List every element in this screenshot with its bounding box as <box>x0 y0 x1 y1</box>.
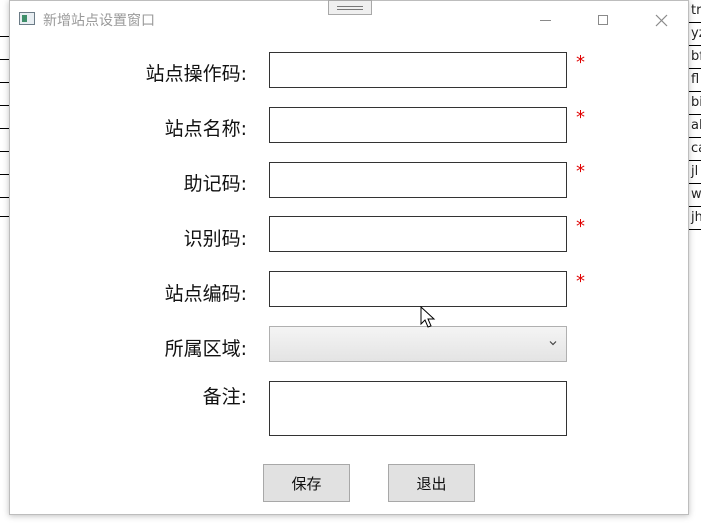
list-item[interactable]: bf <box>689 46 701 69</box>
app-window-icon <box>19 12 35 25</box>
list-item[interactable]: jl <box>689 161 701 184</box>
list-item[interactable]: al <box>689 115 701 138</box>
required-marker: * <box>576 271 585 292</box>
site-code-input[interactable] <box>269 271 567 307</box>
chevron-down-icon <box>549 341 557 346</box>
mouse-cursor-icon <box>420 306 436 328</box>
site-name-label: 站点名称: <box>164 118 247 140</box>
exit-button[interactable]: 退出 <box>388 464 475 502</box>
maximize-icon <box>598 15 608 25</box>
close-icon <box>655 14 667 26</box>
mnemonic-code-input[interactable] <box>269 162 567 198</box>
list-item[interactable]: w <box>689 184 701 207</box>
new-site-dialog: 新增站点设置窗口 站点操作码: * 站点名称: * 助记码: * 识别码: * … <box>9 0 689 515</box>
close-button[interactable] <box>645 7 677 33</box>
list-item[interactable]: fl <box>689 69 701 92</box>
required-marker: * <box>576 161 585 182</box>
region-label: 所属区域: <box>164 338 247 360</box>
required-marker: * <box>576 107 585 128</box>
site-opcode-label: 站点操作码: <box>145 63 247 85</box>
mnemonic-code-label: 助记码: <box>183 173 247 195</box>
required-marker: * <box>576 52 585 73</box>
site-code-label: 站点编码: <box>164 283 247 305</box>
notes-label: 备注: <box>202 386 247 408</box>
required-marker: * <box>576 216 585 237</box>
site-name-input[interactable] <box>269 107 567 143</box>
notes-textarea[interactable] <box>269 381 567 436</box>
list-item[interactable]: ca <box>689 138 701 161</box>
identifier-code-label: 识别码: <box>183 228 247 250</box>
list-item[interactable]: tr <box>689 0 701 23</box>
region-select[interactable] <box>269 326 567 362</box>
list-item[interactable]: bi <box>689 92 701 115</box>
save-button[interactable]: 保存 <box>263 464 350 502</box>
maximize-button[interactable] <box>587 7 619 33</box>
background-list: tr yz bf fl bi al ca jl w jh <box>689 0 701 526</box>
list-item[interactable]: jh <box>689 207 701 230</box>
list-item[interactable]: yz <box>689 23 701 46</box>
site-opcode-input[interactable] <box>269 52 567 88</box>
drag-grip-handle[interactable] <box>328 0 372 15</box>
identifier-code-input[interactable] <box>269 216 567 252</box>
minimize-button[interactable] <box>529 7 561 33</box>
window-title: 新增站点设置窗口 <box>43 13 155 29</box>
title-bar[interactable]: 新增站点设置窗口 <box>10 0 688 38</box>
minimize-icon <box>539 19 551 21</box>
